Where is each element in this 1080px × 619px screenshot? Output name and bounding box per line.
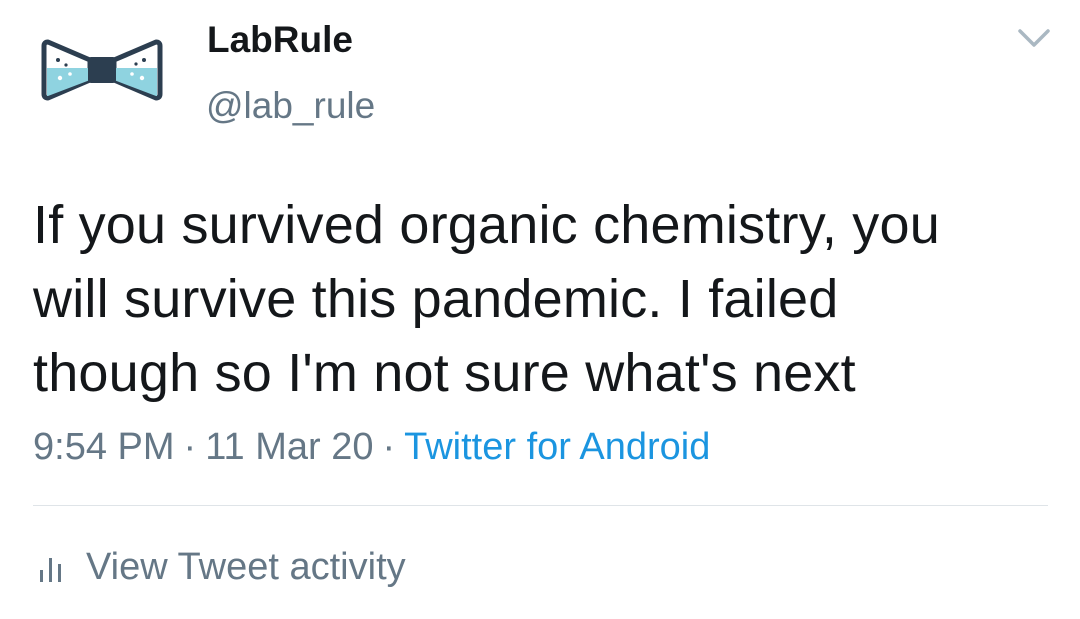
tweet-metadata: 9:54 PM · 11 Mar 20 · Twitter for Android bbox=[33, 424, 710, 470]
meta-separator: · bbox=[382, 426, 396, 468]
tweet-date[interactable]: 11 Mar 20 bbox=[205, 426, 373, 468]
tweet-text-line: If you survived organic chemistry, you bbox=[33, 195, 940, 255]
tweet-text-line: will survive this pandemic. I failed bbox=[33, 269, 839, 329]
chevron-down-icon[interactable] bbox=[1016, 26, 1052, 50]
tweet-card: LabRule @lab_rule If you survived organi… bbox=[0, 0, 1080, 619]
tweet-text-line: though so I'm not sure what's next bbox=[33, 343, 856, 403]
tweet-time[interactable]: 9:54 PM bbox=[33, 426, 175, 468]
tweet-text: If you survived organic chemistry, you w… bbox=[33, 188, 1053, 410]
bowtie-flask-logo-icon[interactable] bbox=[40, 30, 164, 110]
bar-chart-icon bbox=[38, 554, 64, 584]
divider bbox=[33, 505, 1048, 506]
author-display-name[interactable]: LabRule bbox=[207, 18, 353, 62]
tweet-source-link[interactable]: Twitter for Android bbox=[404, 426, 710, 468]
meta-separator: · bbox=[183, 426, 197, 468]
view-tweet-activity-label: View Tweet activity bbox=[86, 546, 406, 588]
view-tweet-activity-button[interactable]: View Tweet activity bbox=[38, 544, 406, 590]
author-handle[interactable]: @lab_rule bbox=[206, 84, 375, 128]
